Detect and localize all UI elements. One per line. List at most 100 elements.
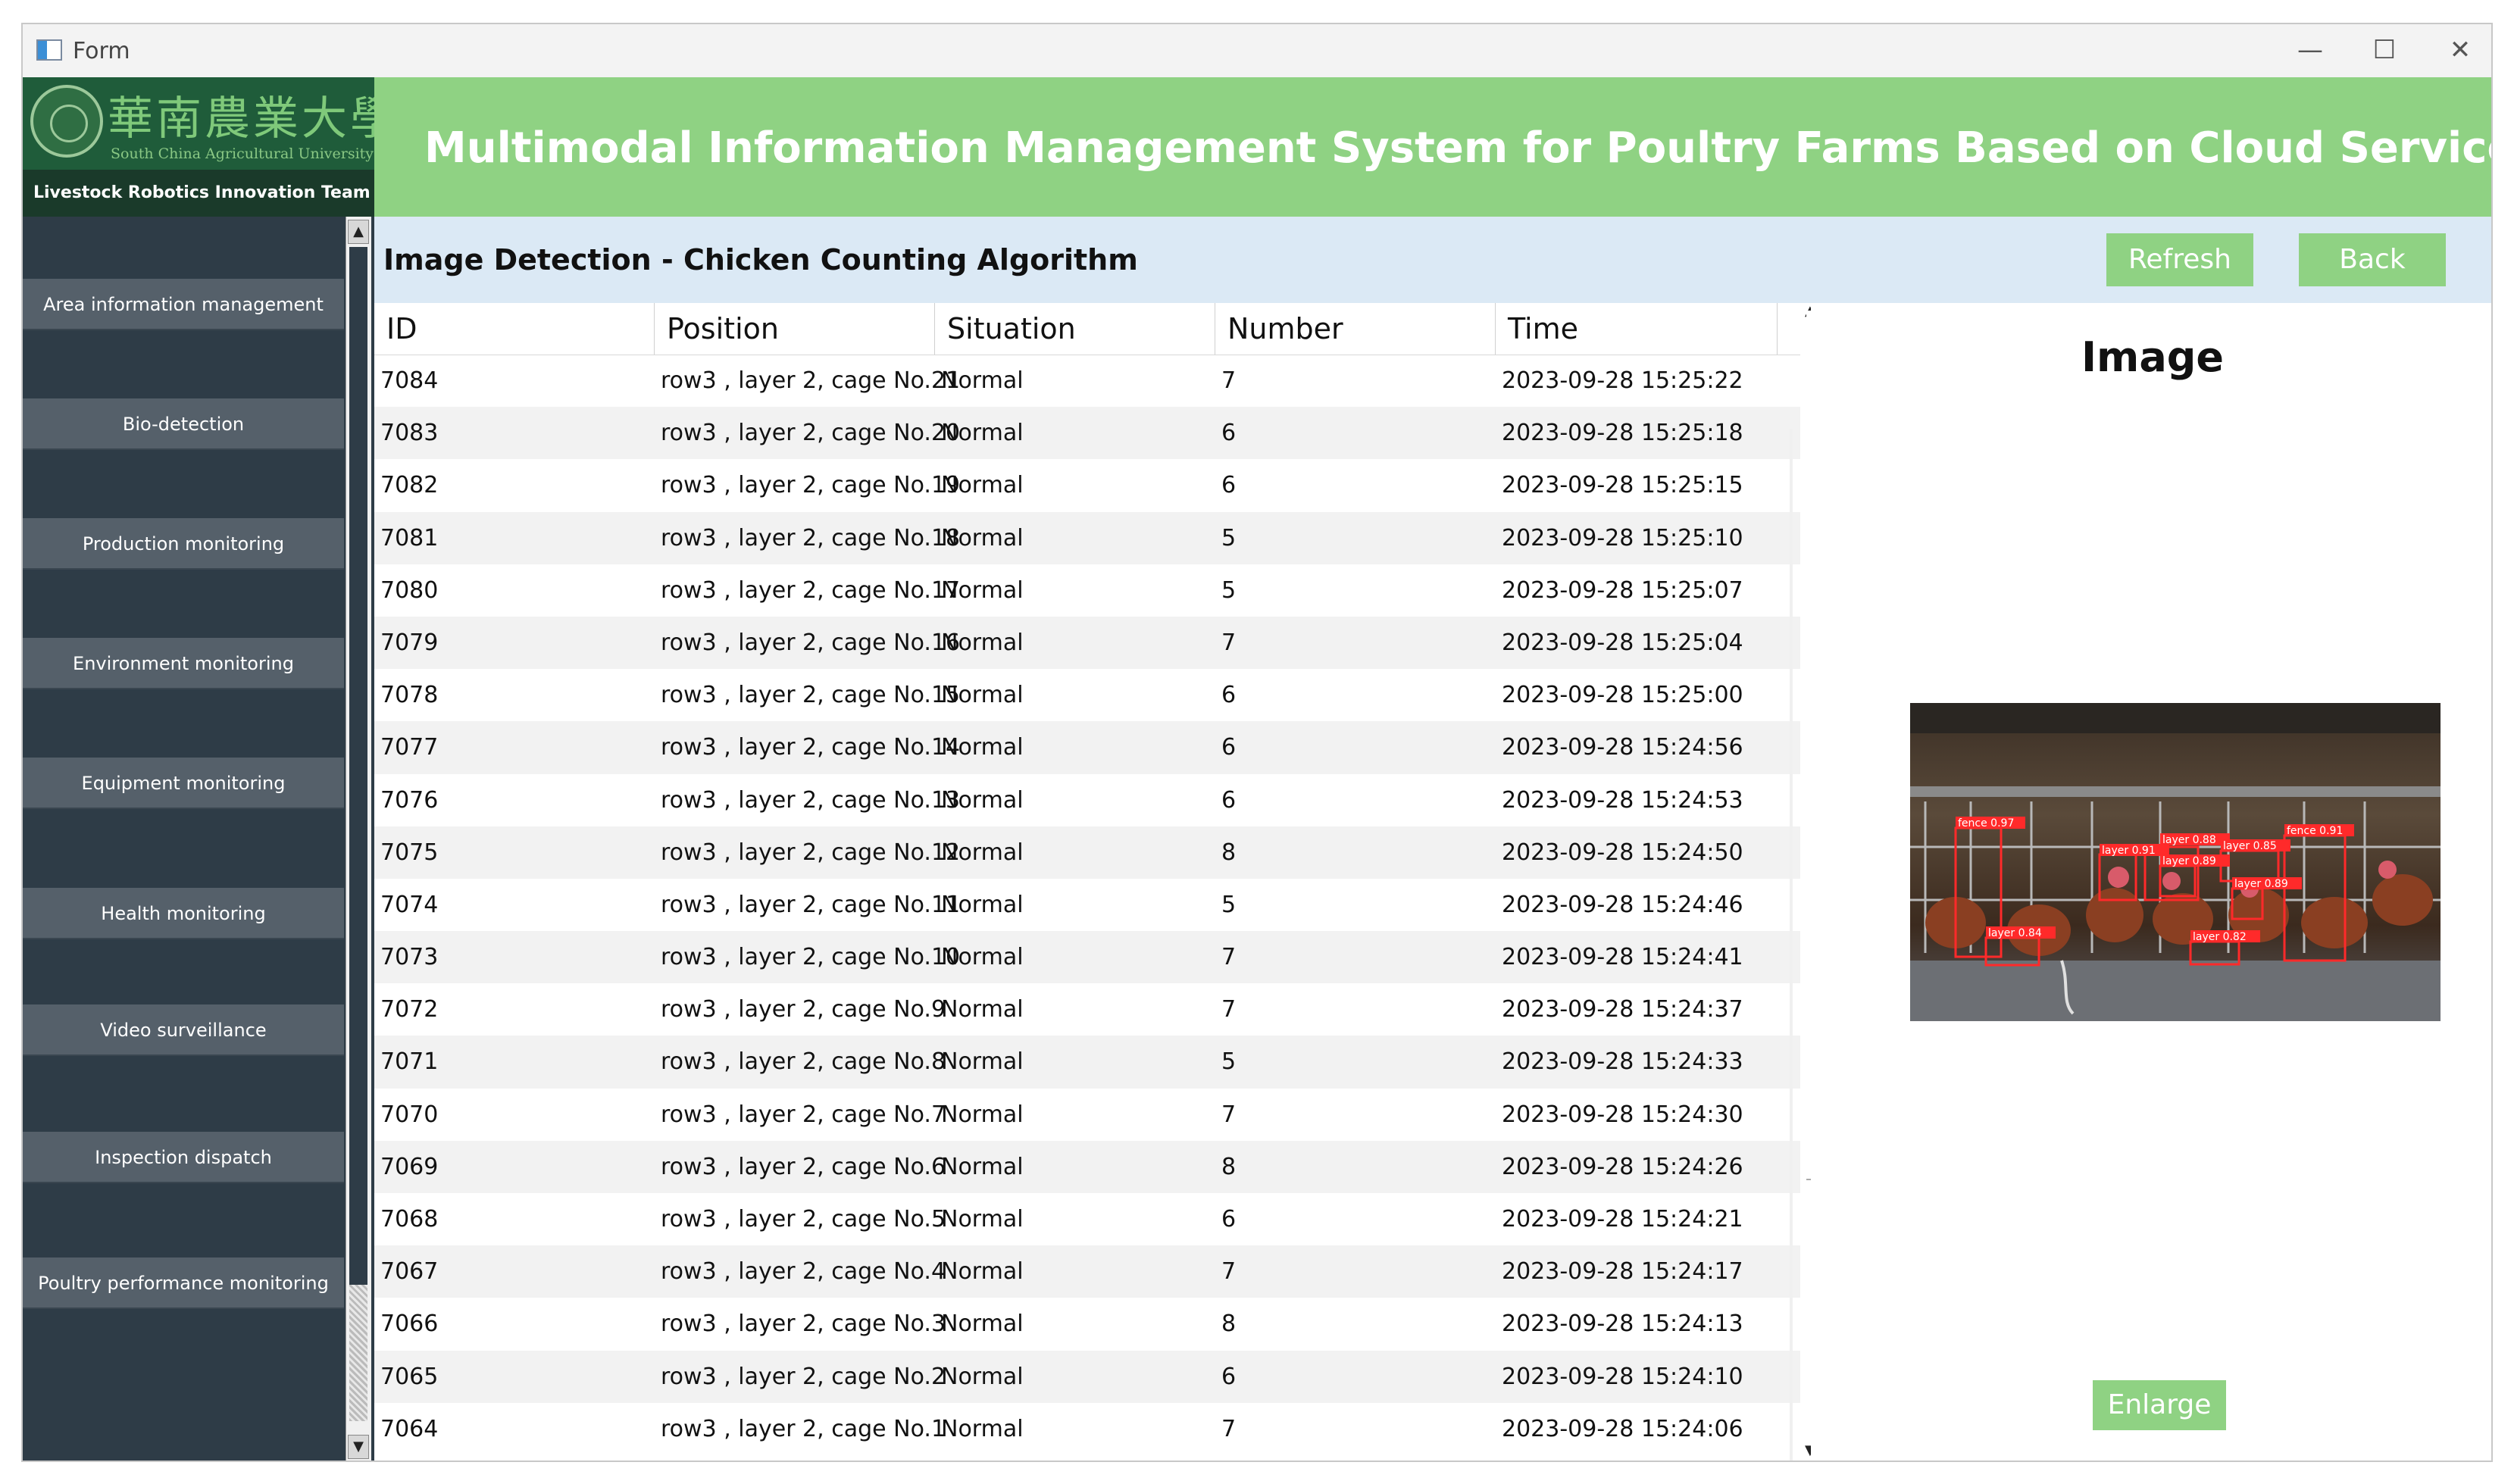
table-row[interactable]: 7081 row3 , layer 2, cage No.18 Normal 5 202… <box>374 511 1800 564</box>
sidebar-scrollbar[interactable]: ▲ ▼ <box>346 217 371 1461</box>
table-row[interactable]: 7078 row3 , layer 2, cage No.15 Normal 6 202… <box>374 669 1800 721</box>
column-header-position[interactable]: Position <box>655 303 935 355</box>
table-row[interactable]: 7067 row3 , layer 2, cage No.4 Normal 7 2023… <box>374 1245 1800 1298</box>
sidebar-item-video-surveillance[interactable]: Video surveillance <box>23 1004 344 1056</box>
detection-label: layer 0.91 <box>2102 845 2156 857</box>
cell-position: row3 , layer 2, cage No.20 <box>661 420 961 447</box>
cell-time: 2023-09-28 15:25:18 <box>1502 420 1743 447</box>
cell-position: row3 , layer 2, cage No.5 <box>661 1206 946 1233</box>
table-row[interactable]: 7076 row3 , layer 2, cage No.13 Normal 6 202… <box>374 774 1800 826</box>
cell-situation: Normal <box>941 472 1024 499</box>
enlarge-button[interactable]: Enlarge <box>2093 1380 2226 1430</box>
cell-position: row3 , layer 2, cage No.14 <box>661 734 961 761</box>
cell-id: 7080 <box>380 576 439 604</box>
table-row[interactable]: 7071 row3 , layer 2, cage No.8 Normal 5 2023… <box>374 1036 1800 1089</box>
cell-number: 6 <box>1221 786 1237 814</box>
cell-situation: Normal <box>941 734 1024 761</box>
cell-position: row3 , layer 2, cage No.3 <box>661 1311 946 1338</box>
table-row[interactable]: 7074 row3 , layer 2, cage No.11 Normal 5 202… <box>374 879 1800 931</box>
table-row[interactable]: 7083 row3 , layer 2, cage No.20 Normal 6 202… <box>374 407 1800 460</box>
table-row[interactable]: 7084 row3 , layer 2, cage No.21 Normal 7 202… <box>374 355 1800 407</box>
table-row[interactable]: 7068 row3 , layer 2, cage No.5 Normal 6 2023… <box>374 1193 1800 1245</box>
cell-number: 6 <box>1221 420 1237 447</box>
cell-position: row3 , layer 2, cage No.18 <box>661 524 961 551</box>
sidebar-item-bio-detection[interactable]: Bio-detection <box>23 398 344 450</box>
maximize-icon[interactable]: ☐ <box>2350 29 2419 71</box>
cell-position: row3 , layer 2, cage No.11 <box>661 891 961 918</box>
table-row[interactable]: 7064 row3 , layer 2, cage No.1 Normal 7 2023… <box>374 1403 1800 1455</box>
cell-id: 7064 <box>380 1415 439 1442</box>
table-row[interactable]: 7066 row3 , layer 2, cage No.3 Normal 8 2023… <box>374 1298 1800 1350</box>
cell-id: 7082 <box>380 472 439 499</box>
cell-id: 7084 <box>380 367 439 394</box>
column-header-situation[interactable]: Situation <box>935 303 1215 355</box>
sidebar-item-poultry-performance[interactable]: Poultry performance monitoring <box>23 1257 344 1309</box>
column-header-number[interactable]: Number <box>1215 303 1496 355</box>
refresh-button[interactable]: Refresh <box>2106 233 2253 286</box>
cell-time: 2023-09-28 15:25:22 <box>1502 367 1743 394</box>
cell-id: 7073 <box>380 944 439 971</box>
table-row[interactable]: 7069 row3 , layer 2, cage No.6 Normal 8 2023… <box>374 1140 1800 1193</box>
cell-number: 8 <box>1221 1153 1237 1180</box>
detection-label: layer 0.88 <box>2162 834 2216 846</box>
form-app-icon <box>36 39 62 61</box>
cell-time: 2023-09-28 15:24:13 <box>1502 1311 1743 1338</box>
cell-situation: Normal <box>941 1206 1024 1233</box>
sidebar-item-equipment-monitoring[interactable]: Equipment monitoring <box>23 758 344 809</box>
detection-image[interactable]: fence 0.97 layer 0.84 layer 0.91 layer 0… <box>1910 703 2441 1021</box>
minimize-icon[interactable]: — <box>2276 29 2344 71</box>
table-scrollbar[interactable]: ▲ ▼ <box>1803 303 1811 1461</box>
cell-situation: Normal <box>941 629 1024 656</box>
cell-situation: Normal <box>941 1363 1024 1390</box>
cell-position: row3 , layer 2, cage No.9 <box>661 996 946 1023</box>
cell-time: 2023-09-28 15:24:30 <box>1502 1101 1743 1128</box>
title-bar: Form — ☐ ✕ <box>23 24 2491 77</box>
cell-number: 7 <box>1221 1101 1237 1128</box>
cell-time: 2023-09-28 15:25:15 <box>1502 472 1743 499</box>
cell-position: row3 , layer 2, cage No.12 <box>661 839 961 866</box>
table-header: ID Position Situation Number Time <box>374 303 1800 355</box>
back-button[interactable]: Back <box>2299 233 2446 286</box>
image-heading: Image <box>2081 333 2225 381</box>
column-header-time[interactable]: Time <box>1496 303 1778 355</box>
sidebar-item-inspection-dispatch[interactable]: Inspection dispatch <box>23 1132 344 1183</box>
scroll-down-icon[interactable]: ▼ <box>348 1435 369 1459</box>
table-row[interactable]: 7065 row3 , layer 2, cage No.2 Normal 6 2023… <box>374 1350 1800 1403</box>
sidebar-item-area-information[interactable]: Area information management <box>23 279 344 330</box>
scroll-up-icon[interactable]: ▲ <box>348 220 369 244</box>
table-row[interactable]: 7073 row3 , layer 2, cage No.10 Normal 7 202… <box>374 931 1800 984</box>
table-row[interactable]: 7079 row3 , layer 2, cage No.16 Normal 7 202… <box>374 616 1800 670</box>
cell-time: 2023-09-28 15:24:21 <box>1502 1206 1743 1233</box>
system-title: Multimodal Information Management System… <box>424 123 2493 173</box>
cell-position: row3 , layer 2, cage No.19 <box>661 472 961 499</box>
cell-id: 7078 <box>380 682 439 709</box>
cell-position: row3 , layer 2, cage No.2 <box>661 1363 946 1390</box>
table-row[interactable]: 7077 row3 , layer 2, cage No.14 Normal 6 202… <box>374 721 1800 774</box>
cell-number: 8 <box>1221 1311 1237 1338</box>
cell-id: 7067 <box>380 1258 439 1286</box>
cell-time: 2023-09-28 15:25:07 <box>1502 576 1743 604</box>
table-row[interactable]: 7080 row3 , layer 2, cage No.17 Normal 5 202… <box>374 564 1800 617</box>
scroll-down-icon[interactable]: ▼ <box>1805 1442 1811 1458</box>
cell-situation: Normal <box>941 839 1024 866</box>
cell-position: row3 , layer 2, cage No.10 <box>661 944 961 971</box>
university-logo: 華南農業大學 South China Agricultural Universi… <box>23 77 374 217</box>
column-header-id[interactable]: ID <box>374 303 655 355</box>
table-row[interactable]: 7075 row3 , layer 2, cage No.12 Normal 8 202… <box>374 826 1800 879</box>
cell-situation: Normal <box>941 944 1024 971</box>
table-row[interactable]: 7070 row3 , layer 2, cage No.7 Normal 7 2023… <box>374 1089 1800 1141</box>
sidebar-item-production-monitoring[interactable]: Production monitoring <box>23 518 344 570</box>
cell-number: 7 <box>1221 629 1237 656</box>
sidebar-item-health-monitoring[interactable]: Health monitoring <box>23 888 344 939</box>
cell-id: 7077 <box>380 734 439 761</box>
cell-time: 2023-09-28 15:25:10 <box>1502 524 1743 551</box>
cell-id: 7066 <box>380 1311 439 1338</box>
detection-photo: fence 0.97 layer 0.84 layer 0.91 layer 0… <box>1910 703 2441 1021</box>
sidebar-item-environment-monitoring[interactable]: Environment monitoring <box>23 638 344 689</box>
sidebar-scroll-thumb[interactable] <box>349 247 367 1361</box>
cell-situation: Normal <box>941 1101 1024 1128</box>
table-row[interactable]: 7082 row3 , layer 2, cage No.19 Normal 6 202… <box>374 459 1800 511</box>
detection-label: fence 0.97 <box>1958 817 2014 829</box>
close-icon[interactable]: ✕ <box>2426 29 2491 71</box>
table-row[interactable]: 7072 row3 , layer 2, cage No.9 Normal 7 2023… <box>374 983 1800 1036</box>
